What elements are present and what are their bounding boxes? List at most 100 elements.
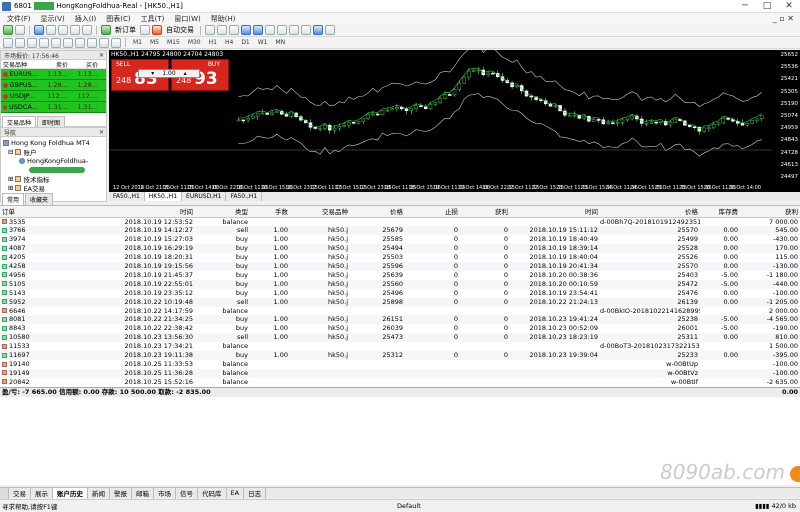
chart-tab[interactable]: EURUSD,H1: [182, 192, 227, 201]
menu-chart[interactable]: 图表(C): [101, 14, 135, 24]
column-header[interactable]: 交易品种: [290, 206, 350, 218]
column-header[interactable]: 时间: [90, 206, 195, 218]
column-header[interactable]: 库存费: [700, 206, 740, 218]
table-row[interactable]: 20842 2018.10.25 15:52:16 balance w-00BtIf -…: [0, 378, 800, 387]
text-icon[interactable]: [87, 37, 97, 48]
new-order-button[interactable]: 新订单: [113, 25, 138, 35]
table-row[interactable]: 8081 2018.10.22 21:34:25 buy 1.00 hk50.j 2615…: [0, 315, 800, 325]
table-row[interactable]: 3974 2018.10.19 15:27:03 buy 1.00 hk50.j 2558…: [0, 235, 800, 244]
table-row[interactable]: 19140 2018.10.25 11:33:53 balance w-00BtUp -…: [0, 360, 800, 369]
terminal-tab[interactable]: 警报: [110, 487, 132, 499]
table-row[interactable]: 6646 2018.10.22 14:17:59 balance d-00BkIO-2…: [0, 307, 800, 316]
terminal-tab[interactable]: 新闻: [88, 487, 110, 499]
trendline-icon[interactable]: [51, 37, 61, 48]
close-icon[interactable]: ✕: [778, 1, 800, 11]
tf-h4[interactable]: H4: [222, 39, 236, 46]
volume-input[interactable]: ▾ 1.00 ▴: [138, 69, 200, 78]
terminal-tab[interactable]: 邮箱: [132, 487, 154, 499]
terminal-tab[interactable]: EA: [227, 487, 245, 499]
column-header[interactable]: 价格: [350, 206, 405, 218]
candle-chart-icon[interactable]: [217, 25, 227, 35]
periods-icon[interactable]: [313, 25, 323, 35]
menu-help[interactable]: 帮助(H): [206, 14, 241, 24]
menu-insert[interactable]: 插入(I): [70, 14, 102, 24]
table-row[interactable]: 4258 2018.10.19 19:15:56 buy 1.00 hk50.j 2559…: [0, 262, 800, 271]
tf-h1[interactable]: H1: [206, 39, 220, 46]
new-order-icon[interactable]: [101, 25, 111, 35]
column-header[interactable]: 订单: [0, 206, 90, 218]
table-row[interactable]: 11697 2018.10.23 19:11:38 buy 1.00 hk50.j 253…: [0, 351, 800, 360]
channel-icon[interactable]: [63, 37, 73, 48]
terminal-tab[interactable]: 展示: [31, 487, 53, 499]
label-icon[interactable]: [99, 37, 109, 48]
table-row[interactable]: 5143 2018.10.19 23:35:12 buy 1.00 hk50.j 2549…: [0, 289, 800, 298]
market-watch-row[interactable]: GBPUS... 1.28... 1.28...: [1, 80, 106, 91]
table-row[interactable]: 3535 2018.10.19 12:53:52 balance d-00Bh7Q-2…: [0, 217, 800, 226]
market-watch-row[interactable]: USDCA... 1.31... 1.31...: [1, 102, 106, 113]
nav-indicators[interactable]: ⊞ 技术指标: [3, 174, 104, 184]
tf-m5[interactable]: M5: [147, 39, 162, 46]
column-header[interactable]: 获利: [460, 206, 510, 218]
column-header[interactable]: 类型: [195, 206, 250, 218]
mdi-controls-icon[interactable]: _ ▫ ✕: [767, 14, 800, 23]
line-chart-icon[interactable]: [229, 25, 239, 35]
terminal-tab[interactable]: 代码库: [198, 487, 227, 499]
fibonacci-icon[interactable]: [75, 37, 85, 48]
chart-tab[interactable]: FA50.,H1: [109, 192, 145, 201]
table-row[interactable]: 4087 2018.10.19 16:29:19 buy 1.00 hk50.j 2549…: [0, 244, 800, 254]
autoscroll-icon[interactable]: [277, 25, 287, 35]
floating-badge-icon[interactable]: [790, 466, 800, 482]
table-row[interactable]: 4205 2018.10.19 18:20:31 buy 1.00 hk50.j 2550…: [0, 253, 800, 262]
market-watch-icon[interactable]: [34, 25, 44, 35]
menu-view[interactable]: 显示(V): [36, 14, 70, 24]
tf-w1[interactable]: W1: [255, 39, 271, 46]
tf-m30[interactable]: M30: [185, 39, 204, 46]
table-row[interactable]: 5105 2018.10.19 22:55:01 buy 1.00 hk50.j 2556…: [0, 279, 800, 289]
close-icon[interactable]: ✕: [99, 52, 106, 59]
arrows-icon[interactable]: [111, 37, 121, 48]
terminal-tab[interactable]: 日志: [244, 487, 267, 499]
tf-d1[interactable]: D1: [238, 39, 252, 46]
zoom-in-icon[interactable]: [241, 25, 251, 35]
column-header[interactable]: 获利: [740, 206, 800, 218]
terminal-tab[interactable]: 市场: [154, 487, 176, 499]
nav-account[interactable]: HongKongFoldhua-: [3, 156, 104, 165]
chart-tab[interactable]: FA50.,H1: [226, 192, 263, 201]
nav-root[interactable]: Hong Kong Foldhua MT4: [3, 138, 104, 147]
profiles-icon[interactable]: [15, 25, 25, 35]
table-row[interactable]: 10580 2018.10.23 13:56:30 sell 1.00 hk50.j 25…: [0, 333, 800, 343]
table-row[interactable]: 19149 2018.10.25 11:36:28 balance w-00BtVz -…: [0, 368, 800, 378]
market-watch-row[interactable]: EURUS... 1.13... 1.13...: [1, 69, 106, 80]
maximize-icon[interactable]: □: [756, 1, 778, 11]
crosshair-icon[interactable]: [15, 37, 25, 48]
terminal-tab[interactable]: 账户历史: [53, 487, 88, 499]
data-window-icon[interactable]: [46, 25, 56, 35]
zoom-out-icon[interactable]: [253, 25, 263, 35]
chart-shift-icon[interactable]: [289, 25, 299, 35]
price-chart[interactable]: HK50.,H1 24795 24800 24704 24803 SELL 24…: [109, 50, 800, 192]
metaeditor-icon[interactable]: [140, 25, 150, 35]
column-header[interactable]: 时间: [510, 206, 600, 218]
cursor-icon[interactable]: [3, 37, 13, 48]
chart-tab[interactable]: HK50.,H1: [144, 192, 183, 201]
tf-m1[interactable]: M1: [130, 39, 145, 46]
terminal-icon[interactable]: [70, 25, 80, 35]
menu-file[interactable]: 文件(F): [2, 14, 36, 24]
table-row[interactable]: 5952 2018.10.22 10:19:48 sell 1.00 hk50.j 258…: [0, 297, 800, 307]
table-row[interactable]: 3766 2018.10.19 14:12:27 sell 1.00 hk50.j 256…: [0, 226, 800, 236]
column-header[interactable]: 手数: [250, 206, 290, 218]
indicators-icon[interactable]: [301, 25, 311, 35]
terminal-tab[interactable]: 信号: [176, 487, 198, 499]
minimize-icon[interactable]: ─: [734, 1, 756, 11]
auto-trading-button[interactable]: 自动交易: [164, 25, 196, 35]
templates-icon[interactable]: [325, 25, 335, 35]
tf-m15[interactable]: M15: [164, 39, 183, 46]
new-chart-icon[interactable]: [3, 25, 13, 35]
menu-tools[interactable]: 工具(T): [136, 14, 170, 24]
tf-mn[interactable]: MN: [273, 39, 289, 46]
terminal-tab[interactable]: 交易: [9, 487, 31, 499]
navigator-icon[interactable]: [58, 25, 68, 35]
tester-icon[interactable]: [82, 25, 92, 35]
vertical-line-icon[interactable]: [27, 37, 37, 48]
market-watch-row[interactable]: USDJP... 112.... 112....: [1, 91, 106, 102]
